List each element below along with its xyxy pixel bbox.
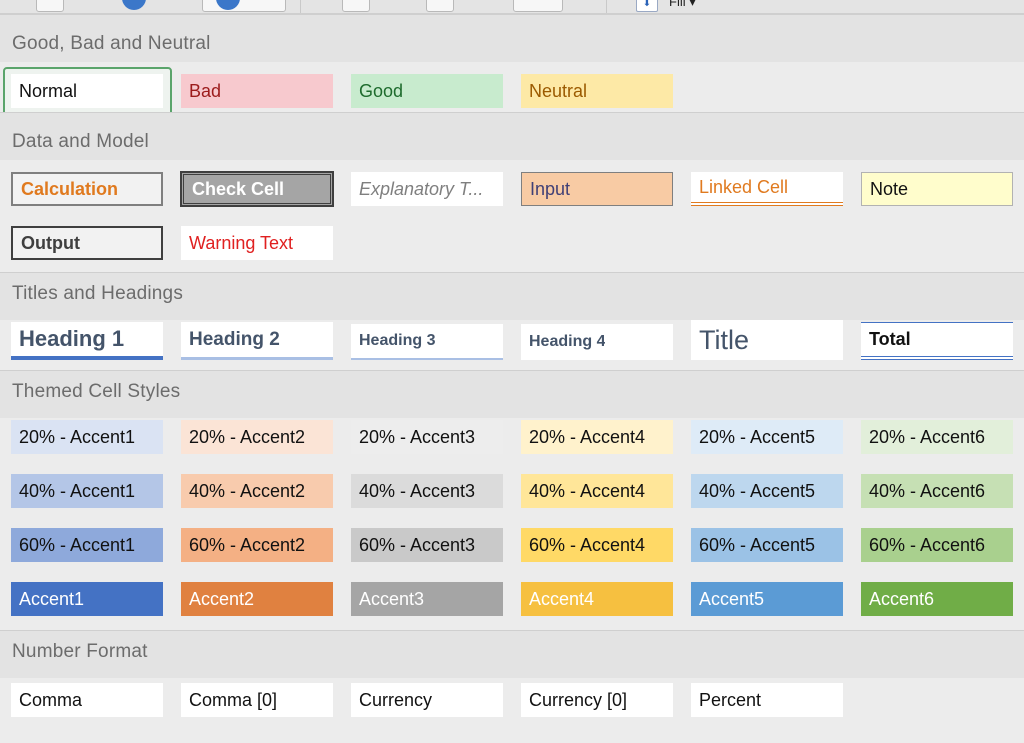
style-heading-4[interactable]: Heading 4 [521, 324, 673, 360]
style-normal[interactable]: Normal [11, 74, 163, 108]
style-output[interactable]: Output [11, 226, 163, 260]
toolbar-separator [606, 0, 607, 13]
style-warning-text[interactable]: Warning Text [181, 226, 333, 260]
style-40-accent4[interactable]: 40% - Accent4 [521, 474, 673, 508]
fill-menu-label[interactable]: Fill ▾ [669, 0, 696, 10]
cell-styles-gallery: Good, Bad and Neutral Normal Bad Good Ne… [0, 14, 1024, 743]
style-20-accent3[interactable]: 20% - Accent3 [351, 420, 503, 454]
style-60-accent2[interactable]: 60% - Accent2 [181, 528, 333, 562]
section-title: Good, Bad and Neutral [12, 33, 211, 54]
cell-styles-button[interactable] [202, 0, 286, 12]
style-total[interactable]: Total [861, 322, 1013, 360]
section-header-themed: Themed Cell Styles [0, 370, 1024, 418]
style-percent[interactable]: Percent [691, 683, 843, 717]
style-20-accent2[interactable]: 20% - Accent2 [181, 420, 333, 454]
style-title[interactable]: Title [691, 320, 843, 360]
section-header-good-bad-neutral: Good, Bad and Neutral [0, 14, 1024, 62]
style-60-accent6[interactable]: 60% - Accent6 [861, 528, 1013, 562]
section-title: Data and Model [12, 131, 149, 152]
style-40-accent5[interactable]: 40% - Accent5 [691, 474, 843, 508]
section-title: Titles and Headings [12, 283, 184, 304]
toolbar-separator [300, 0, 301, 13]
style-full-accent3[interactable]: Accent3 [351, 582, 503, 616]
style-40-accent1[interactable]: 40% - Accent1 [11, 474, 163, 508]
style-full-accent5[interactable]: Accent5 [691, 582, 843, 616]
style-20-accent1[interactable]: 20% - Accent1 [11, 420, 163, 454]
style-20-accent6[interactable]: 20% - Accent6 [861, 420, 1013, 454]
section-header-titles-headings: Titles and Headings [0, 272, 1024, 320]
section-header-number-format: Number Format [0, 630, 1024, 678]
style-full-accent1[interactable]: Accent1 [11, 582, 163, 616]
style-full-accent2[interactable]: Accent2 [181, 582, 333, 616]
style-20-accent5[interactable]: 20% - Accent5 [691, 420, 843, 454]
style-comma[interactable]: Comma [11, 683, 163, 717]
style-note[interactable]: Note [861, 172, 1013, 206]
style-60-accent1[interactable]: 60% - Accent1 [11, 528, 163, 562]
style-full-accent4[interactable]: Accent4 [521, 582, 673, 616]
style-linked-cell[interactable]: Linked Cell [691, 172, 843, 206]
ribbon-toolbar: ⬇ Fill ▾ [0, 0, 1024, 14]
style-calculation[interactable]: Calculation [11, 172, 163, 206]
style-20-accent4[interactable]: 20% - Accent4 [521, 420, 673, 454]
delete-button[interactable] [426, 0, 454, 12]
style-40-accent6[interactable]: 40% - Accent6 [861, 474, 1013, 508]
style-60-accent3[interactable]: 60% - Accent3 [351, 528, 503, 562]
style-good[interactable]: Good [351, 74, 503, 108]
style-input[interactable]: Input [521, 172, 673, 206]
style-heading-2[interactable]: Heading 2 [181, 322, 333, 360]
style-comma-0[interactable]: Comma [0] [181, 683, 333, 717]
insert-button[interactable] [342, 0, 370, 12]
style-bad[interactable]: Bad [181, 74, 333, 108]
style-currency-0[interactable]: Currency [0] [521, 683, 673, 717]
section-title: Number Format [12, 641, 148, 662]
style-60-accent4[interactable]: 60% - Accent4 [521, 528, 673, 562]
section-title: Themed Cell Styles [12, 381, 181, 402]
format-button[interactable] [513, 0, 563, 12]
fill-down-arrow-icon[interactable]: ⬇ [636, 0, 658, 12]
style-40-accent3[interactable]: 40% - Accent3 [351, 474, 503, 508]
style-heading-1[interactable]: Heading 1 [11, 322, 163, 360]
style-60-accent5[interactable]: 60% - Accent5 [691, 528, 843, 562]
style-check-cell[interactable]: Check Cell [180, 171, 334, 207]
style-heading-3[interactable]: Heading 3 [351, 324, 503, 360]
section-header-data-model: Data and Model [0, 112, 1024, 160]
style-currency[interactable]: Currency [351, 683, 503, 717]
style-40-accent2[interactable]: 40% - Accent2 [181, 474, 333, 508]
style-explanatory-text[interactable]: Explanatory T... [351, 172, 503, 206]
toolbar-button[interactable] [36, 0, 64, 12]
style-full-accent6[interactable]: Accent6 [861, 582, 1013, 616]
style-neutral[interactable]: Neutral [521, 74, 673, 108]
toolbar-globe-icon[interactable] [122, 0, 146, 10]
